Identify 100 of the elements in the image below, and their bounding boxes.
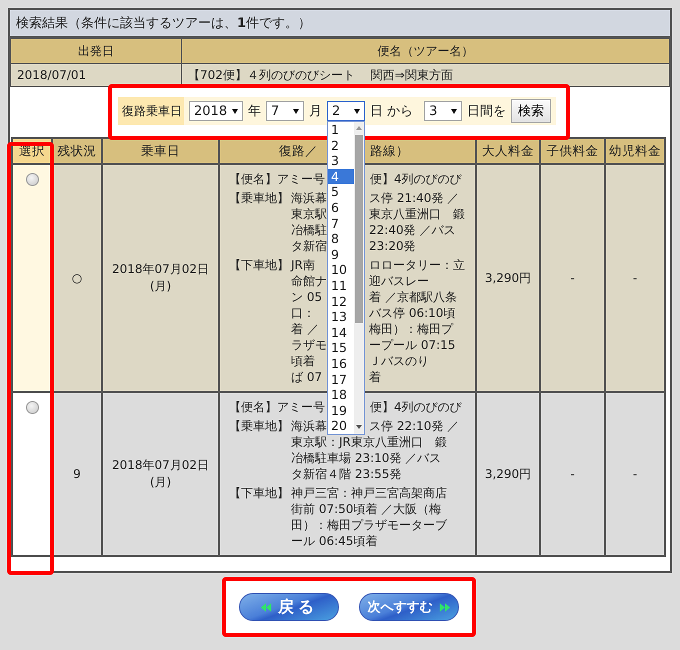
stop-label: 【下車地】: [229, 257, 290, 274]
dropdown-option[interactable]: 4: [328, 168, 354, 184]
dropdown-option[interactable]: 7: [328, 216, 354, 232]
dropdown-option[interactable]: 8: [328, 231, 354, 247]
route-text: 【便名】アミー号: [229, 171, 326, 187]
scroll-down-icon[interactable]: [356, 425, 362, 429]
radio-button[interactable]: [26, 401, 38, 414]
route-text: 【便名】アミー号: [229, 399, 326, 415]
dropdown-option[interactable]: 19: [328, 402, 354, 418]
table-cell: 2018年07月02日 (月): [102, 392, 219, 556]
dropdown-option[interactable]: 20: [328, 418, 354, 434]
column-header-text: 復路／: [278, 142, 318, 160]
table-cell: -: [540, 392, 605, 556]
table-cell: -: [605, 392, 665, 556]
dropdown-option[interactable]: 6: [328, 200, 354, 216]
back-button[interactable]: 戻る: [239, 593, 339, 621]
form-label: 復路乗車日: [118, 97, 184, 125]
route-text: 着: [369, 369, 381, 385]
route-text: ープール 07:15: [369, 337, 456, 353]
result-heading: 検索結果（条件に該当するツアーは、1件です。）: [10, 10, 670, 38]
table-cell: 9: [52, 392, 102, 556]
route-text: ロロータリー：立: [369, 257, 465, 273]
route-text: 命館ナ: [291, 273, 328, 289]
route-text: タ新宿４階 23:55発: [291, 466, 402, 482]
year-select[interactable]: 2018: [189, 101, 243, 121]
stop-label: 【乗車地】: [229, 190, 290, 207]
caret-icon: [232, 109, 238, 114]
table-cell: 3,290円: [476, 392, 540, 556]
radio-button[interactable]: [26, 173, 38, 186]
stop-label: 【下車地】: [229, 485, 290, 502]
route-text: JR南: [291, 257, 316, 273]
dropdown-option[interactable]: 18: [328, 387, 354, 403]
route-text: 神戸三宮：神戸三宮高架商店: [291, 485, 447, 501]
route-text: 海浜幕: [291, 418, 328, 434]
route-text: ス停 21:40発 ／: [369, 190, 460, 206]
next-button[interactable]: 次へすすむ: [359, 593, 459, 621]
route-text: 東京駅: [291, 206, 328, 222]
column-header: 乗車日: [102, 138, 219, 164]
route-text: 口：: [291, 305, 316, 321]
dropdown-option[interactable]: 14: [328, 324, 354, 340]
stop-label: 【乗車地】: [229, 418, 290, 435]
route-text: ス停 22:10発 ／: [369, 418, 460, 434]
column-header-text: 路線）: [370, 142, 409, 160]
column-header: 便名（ツアー名）: [182, 38, 670, 64]
route-text: 便】4列のびのび: [370, 171, 462, 187]
unit-label: 月: [309, 103, 322, 120]
caret-icon: [293, 109, 299, 114]
month-select[interactable]: 7: [266, 101, 304, 121]
column-header: 残状況: [52, 138, 102, 164]
dropdown-option[interactable]: 16: [328, 356, 354, 372]
route-text: 梅田）：梅田プ: [369, 321, 453, 337]
double-right-arrow-icon: [438, 602, 450, 612]
route-text: 23:20発: [369, 238, 416, 254]
route-text: ン 05: [291, 289, 324, 305]
dropdown-option[interactable]: 10: [328, 262, 354, 278]
scrollbar[interactable]: [354, 122, 364, 434]
route-text: 頃着: [291, 353, 316, 369]
route-text: 東京駅：JR東京八重洲口 鍛: [291, 434, 447, 450]
dropdown-option[interactable]: 9: [328, 246, 354, 262]
dropdown-option[interactable]: 11: [328, 278, 354, 294]
route-text: 田）：梅田プラザモーターブ: [291, 517, 447, 533]
dropdown-option[interactable]: 5: [328, 184, 354, 200]
dropdown-option[interactable]: 12: [328, 294, 354, 310]
route-text: タ新宿: [291, 238, 328, 254]
table-cell: -: [540, 164, 605, 392]
column-header: 大人料金: [476, 138, 540, 164]
route-text: バス停 06:10頃: [369, 305, 456, 321]
table-cell: 2018/07/01: [10, 64, 182, 86]
column-header: 幼児料金: [605, 138, 665, 164]
route-text: 迎バスレー: [369, 273, 429, 289]
dropdown-option[interactable]: 1: [328, 122, 354, 138]
scrollbar-thumb[interactable]: [355, 135, 363, 323]
table-cell: 2018年07月02日 (月): [102, 164, 219, 392]
dropdown-option[interactable]: 3: [328, 153, 354, 169]
search-button[interactable]: 検索: [511, 99, 552, 123]
route-text: 海浜幕: [291, 190, 328, 206]
route-text: ラザモ: [291, 337, 328, 353]
unit-label: 日 から: [370, 103, 414, 120]
route-text: 便】4列のびのび: [370, 399, 462, 415]
unit-label: 年: [248, 103, 261, 120]
column-header: 子供料金: [540, 138, 605, 164]
dropdown-option[interactable]: 2: [328, 138, 354, 154]
double-left-arrow-icon: [260, 602, 272, 612]
route-text: 冶橋駐: [291, 222, 328, 238]
unit-label: 日間を: [467, 103, 506, 120]
dropdown-option[interactable]: 15: [328, 340, 354, 356]
route-text: 冶橋駐車場 23:10発 ／バス: [291, 450, 442, 466]
dropdown-option[interactable]: 13: [328, 309, 354, 325]
table-cell: -: [605, 164, 665, 392]
day-select[interactable]: 2: [327, 101, 365, 121]
caret-icon: [451, 109, 458, 114]
caret-icon: [354, 109, 360, 114]
route-text: ール 06:45頃着: [291, 533, 378, 549]
route-text: Ｊバスのり: [369, 353, 429, 369]
route-text: 東京八重洲口 鍛: [369, 206, 465, 222]
route-text: 街前 07:50頃着 ／大阪（梅: [291, 501, 442, 517]
table-cell: 3,290円: [476, 164, 540, 392]
dropdown-option[interactable]: 17: [328, 372, 354, 388]
table-cell: ○: [52, 164, 102, 392]
span-select[interactable]: 3: [424, 101, 462, 121]
